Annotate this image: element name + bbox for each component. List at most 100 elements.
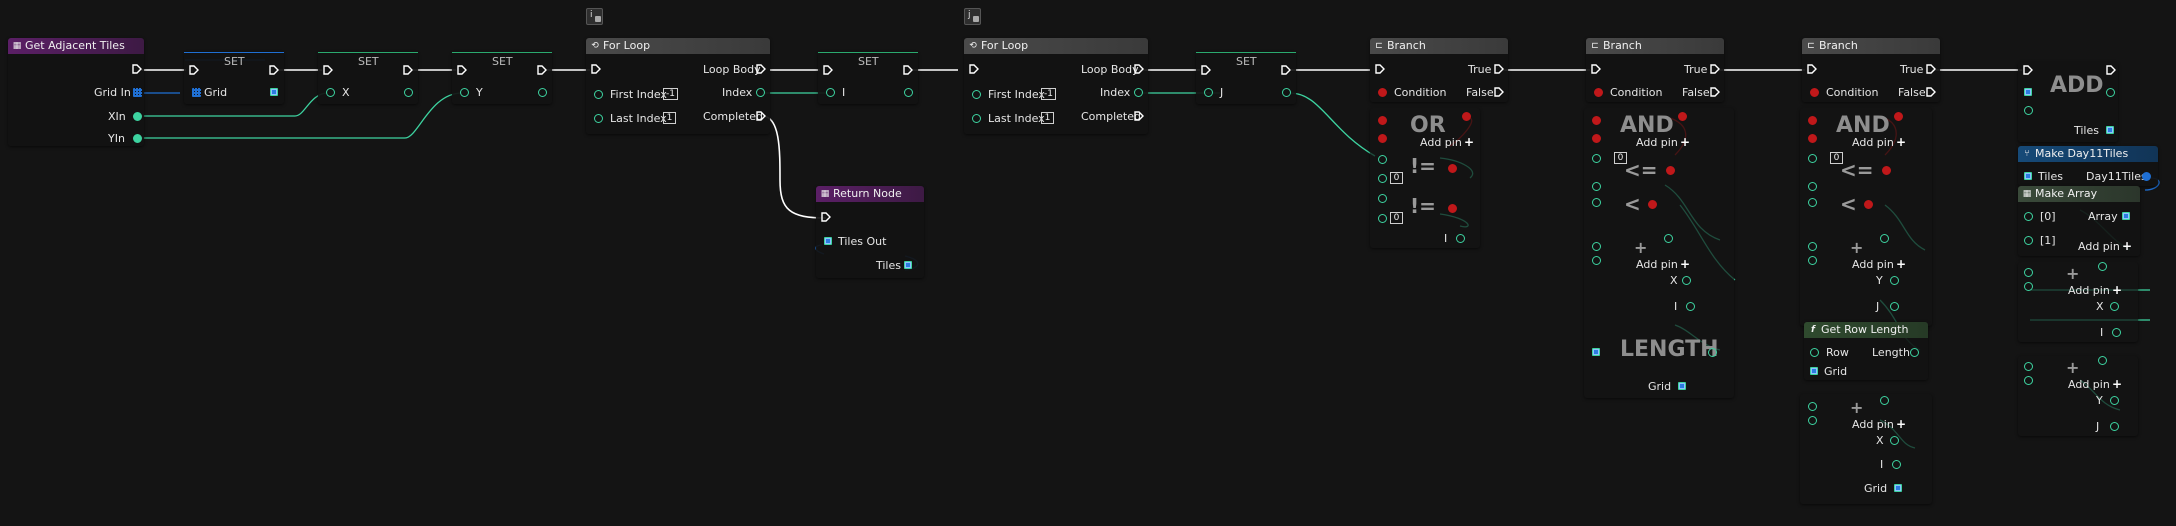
lt-in-pin-b[interactable]: [1592, 198, 1601, 207]
loop-body-pin[interactable]: [756, 64, 766, 74]
first-index-pin[interactable]: [972, 90, 981, 99]
or-in-pin-a[interactable]: [1378, 116, 1387, 125]
exec-in-pin[interactable]: [1807, 64, 1817, 74]
x-get-pin[interactable]: [2110, 302, 2119, 311]
or-node[interactable]: OR Add pin + != 0 != 0 I: [1370, 108, 1480, 248]
add-in-pin-b[interactable]: [2024, 376, 2033, 385]
i-out-pin[interactable]: [904, 88, 913, 97]
branch-node-3[interactable]: ⊏ Branch Condition True False: [1802, 38, 1940, 102]
add-pin-label[interactable]: Add pin: [1420, 136, 1462, 149]
exec-in-pin[interactable]: [591, 64, 601, 74]
array-add-pin-icon[interactable]: +: [2122, 240, 2132, 252]
function-entry-node[interactable]: ▦ Get Adjacent Tiles Grid In XIn YIn: [8, 38, 144, 146]
struct-out-pin[interactable]: [2142, 172, 2151, 181]
add-pin-label[interactable]: Add pin: [2068, 284, 2110, 297]
add-in-pin-a[interactable]: [2024, 362, 2033, 371]
exec-in-pin[interactable]: [457, 65, 467, 75]
exec-in-pin[interactable]: [823, 65, 833, 75]
array-item-pin[interactable]: [2024, 106, 2033, 115]
set-y-node[interactable]: SET Y: [452, 52, 552, 104]
add-pin-icon-2[interactable]: +: [1680, 258, 1690, 270]
add-pin-icon[interactable]: +: [1896, 136, 1906, 148]
index-pin[interactable]: [1134, 88, 1143, 97]
and-out-pin[interactable]: [1894, 112, 1903, 121]
lte-out-pin[interactable]: [1666, 166, 1675, 175]
true-exec-pin[interactable]: [1494, 64, 1504, 74]
add-pin-label[interactable]: Add pin: [1852, 418, 1894, 431]
add-in-pin-b[interactable]: [1808, 416, 1817, 425]
or-in-pin-b[interactable]: [1378, 134, 1387, 143]
add-pin-label[interactable]: Add pin: [1852, 136, 1894, 149]
false-exec-pin[interactable]: [1494, 87, 1504, 97]
lte-in-pin-a[interactable]: [1592, 154, 1601, 163]
add-pin-icon[interactable]: +: [1464, 136, 1474, 148]
get-row-length-node[interactable]: f Get Row Length Row Length Grid: [1804, 322, 1928, 380]
exec-in-pin[interactable]: [969, 64, 979, 74]
add-pin-label-2[interactable]: Add pin: [1636, 258, 1678, 271]
first-index-field[interactable]: -1: [1041, 88, 1056, 100]
add-node-y-j[interactable]: + Add pin + Y J: [2018, 356, 2138, 436]
add-in-pin-b[interactable]: [2024, 282, 2033, 291]
return-node[interactable]: ▦ Return Node Tiles Out Tiles: [816, 186, 924, 278]
tiles-pin[interactable]: [904, 261, 912, 269]
exec-in-pin[interactable]: [1591, 64, 1601, 74]
and-in-pin-a[interactable]: [1808, 116, 1817, 125]
j-get-pin[interactable]: [1890, 302, 1899, 311]
j-get-pin[interactable]: [2110, 422, 2119, 431]
j-out-pin[interactable]: [1282, 88, 1291, 97]
tiles-get-pin[interactable]: [2106, 126, 2114, 134]
make-struct-node[interactable]: ⑂ Make Day11Tiles Tiles Day11Tiles: [2018, 146, 2158, 186]
exec-in-pin[interactable]: [1201, 65, 1211, 75]
array-target-pin[interactable]: [2024, 88, 2032, 96]
index-out-pin[interactable]: [2106, 88, 2115, 97]
xin-pin[interactable]: [133, 112, 142, 121]
i-value-pin[interactable]: [826, 88, 835, 97]
false-exec-pin[interactable]: [1710, 87, 1720, 97]
x-get-pin[interactable]: [1890, 436, 1899, 445]
add-out-pin[interactable]: [1880, 396, 1889, 405]
add-in-pin-b[interactable]: [1592, 256, 1601, 265]
add-out-pin[interactable]: [1664, 234, 1673, 243]
length-out-pin[interactable]: [1910, 348, 1919, 357]
exec-in-pin[interactable]: [1375, 64, 1385, 74]
i-get-pin[interactable]: [2112, 328, 2121, 337]
make-array-node[interactable]: ▦ Make Array [0] Array [1] Add pin +: [2018, 186, 2140, 256]
completed-pin[interactable]: [756, 111, 766, 121]
neq2-in-pin-a[interactable]: [1378, 194, 1387, 203]
lte-out-pin[interactable]: [1882, 166, 1891, 175]
grid-in-pin[interactable]: [1810, 367, 1818, 375]
i-get-pin[interactable]: [1686, 302, 1695, 311]
and-node-2[interactable]: AND Add pin + 0 <= < + Add pin + Y J: [1800, 108, 1932, 326]
set-x-node[interactable]: SET X: [318, 52, 418, 104]
loop-j-badge[interactable]: j: [964, 8, 981, 25]
add-pin-icon[interactable]: +: [2112, 284, 2122, 296]
neq-in-pin-a[interactable]: [1378, 155, 1387, 164]
exec-out-pin[interactable]: [2106, 65, 2116, 75]
x-out-pin[interactable]: [404, 88, 413, 97]
add-in-pin-a[interactable]: [2024, 268, 2033, 277]
exec-in-pin[interactable]: [821, 212, 831, 222]
set-i-node[interactable]: SET I: [818, 52, 918, 104]
add-pin-label[interactable]: Add pin: [2068, 378, 2110, 391]
first-index-field[interactable]: -1: [663, 88, 678, 100]
and-node-1[interactable]: AND Add pin + 0 <= < + Add pin + X I LEN…: [1584, 108, 1734, 398]
lt-in-pin-a[interactable]: [1808, 182, 1817, 191]
tiles-out-pin[interactable]: [824, 237, 832, 245]
last-index-field[interactable]: 1: [1041, 112, 1054, 124]
neq2-zero-field[interactable]: 0: [1390, 212, 1403, 224]
for-loop-j-node[interactable]: ⟲ For Loop First Index -1 Last Index 1 Lo…: [964, 38, 1148, 134]
last-index-pin[interactable]: [972, 114, 981, 123]
branch-node-2[interactable]: ⊏ Branch Condition True False: [1586, 38, 1724, 102]
last-index-field[interactable]: 1: [663, 112, 676, 124]
add-in-pin-a[interactable]: [1808, 402, 1817, 411]
array-idx0-pin[interactable]: [2024, 212, 2033, 221]
and-out-pin[interactable]: [1678, 112, 1687, 121]
lt-out-pin[interactable]: [1864, 200, 1873, 209]
y-out-pin[interactable]: [538, 88, 547, 97]
exec-out-pin[interactable]: [537, 65, 547, 75]
completed-pin[interactable]: [1134, 111, 1144, 121]
grid-value-pin[interactable]: [192, 88, 201, 97]
array-add-node[interactable]: ADD Tiles: [2018, 62, 2118, 142]
y-value-pin[interactable]: [460, 88, 469, 97]
i-get-pin[interactable]: [1456, 234, 1465, 243]
